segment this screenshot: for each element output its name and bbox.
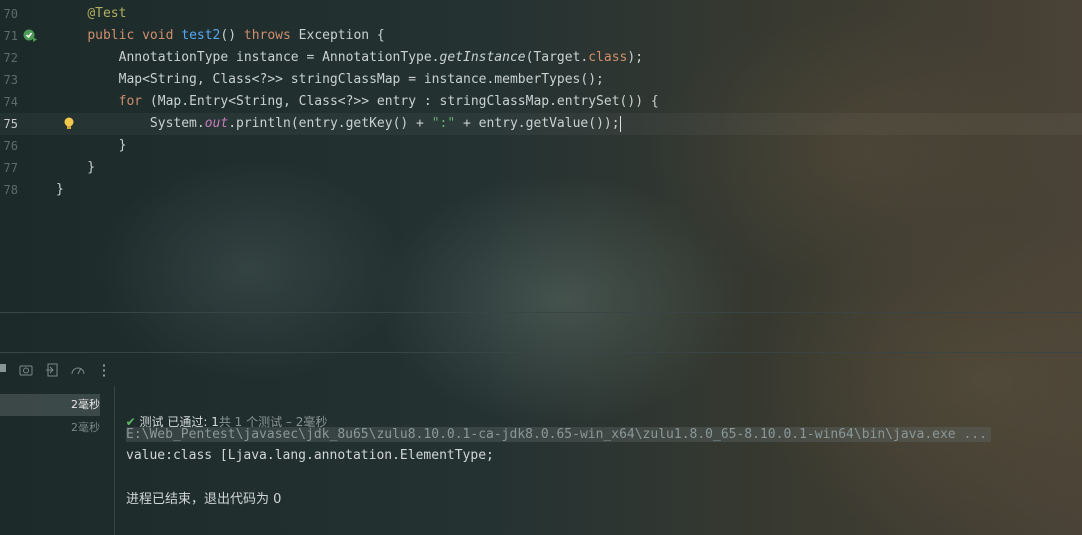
code-text: } [56, 138, 127, 153]
line-number: 75 [3, 117, 18, 131]
console-command-line[interactable]: E:\Web_Pentest\javasec\jdk_8u65\zulu8.10… [126, 427, 991, 442]
export-icon[interactable] [44, 362, 60, 378]
code-text: } [56, 182, 64, 197]
code-line[interactable]: 74 for (Map.Entry<String, Class<?>> entr… [0, 91, 1082, 113]
code-line[interactable]: 70 @Test [0, 3, 1082, 25]
code-text: Map<String, Class<?>> stringClassMap = i… [56, 72, 604, 87]
code-line[interactable]: 73 Map<String, Class<?>> stringClassMap … [0, 69, 1082, 91]
code-line[interactable]: 77 } [0, 157, 1082, 179]
line-number: 78 [3, 183, 18, 197]
test-tree-row[interactable]: 2毫秒 [0, 417, 100, 439]
code-line[interactable]: 76 } [0, 135, 1082, 157]
line-number: 71 [3, 29, 18, 43]
code-text: System.out.println(entry.getKey() + ":" … [56, 115, 621, 132]
console-output-line: value:class [Ljava.lang.annotation.Eleme… [126, 448, 494, 463]
line-number: 73 [3, 73, 18, 87]
code-line[interactable]: 71 public void test2() throws Exception … [0, 25, 1082, 47]
stop-icon[interactable] [0, 362, 10, 378]
run-toolbar: ⋮ [0, 354, 1082, 386]
code-text: @Test [87, 6, 127, 21]
line-number: 77 [3, 161, 18, 175]
text-caret [619, 115, 621, 132]
line-number: 72 [3, 51, 18, 65]
code-text: for (Map.Entry<String, Class<?>> entry :… [118, 94, 659, 109]
panel-divider[interactable] [0, 312, 1082, 313]
line-number: 74 [3, 95, 18, 109]
code-text: public void test2() throws Exception { [87, 28, 385, 43]
more-icon[interactable]: ⋮ [96, 362, 112, 378]
console-exit-line: 进程已结束，退出代码为 0 [126, 492, 282, 507]
line-number: 70 [3, 7, 18, 21]
coverage-icon[interactable] [70, 362, 86, 378]
test-results-tree: 2毫秒 2毫秒 [0, 386, 115, 535]
code-line[interactable]: 75 System.out.println(entry.getKey() + "… [0, 113, 1082, 135]
toolwindow-top-border [0, 352, 1082, 353]
code-line[interactable]: 78} [0, 179, 1082, 201]
code-text: } [56, 160, 96, 175]
test-tree-row[interactable]: 2毫秒 [0, 394, 100, 416]
code-text: AnnotationType instance = AnnotationType… [56, 50, 644, 65]
code-editor[interactable]: 70 @Test 71 public void test2() throws Ex… [0, 0, 1082, 312]
line-number: 76 [3, 139, 18, 153]
camera-icon[interactable] [18, 362, 34, 378]
code-line[interactable]: 72 AnnotationType instance = AnnotationT… [0, 47, 1082, 69]
